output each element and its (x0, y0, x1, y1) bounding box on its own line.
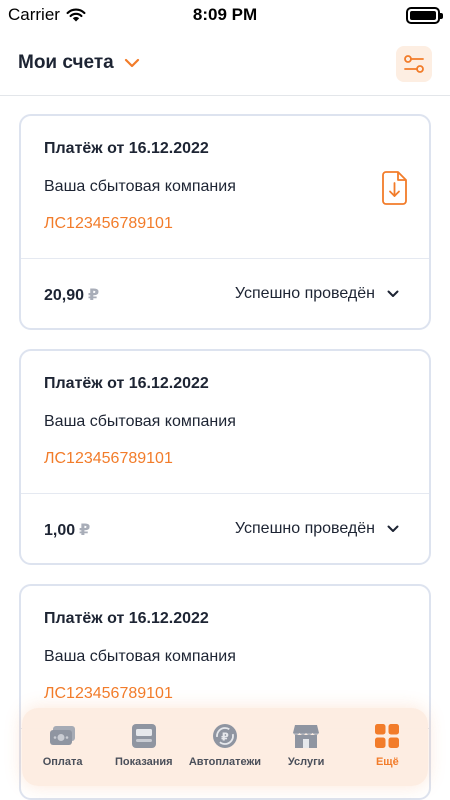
payment-card-summary: 1,00 ₽ Успешно проведён (21, 494, 429, 563)
payment-company: Ваша сбытовая компания (44, 413, 236, 430)
tab-payment[interactable]: Оплата (24, 722, 102, 768)
tab-label: Показания (114, 756, 173, 768)
filter-button[interactable] (396, 46, 432, 82)
chevron-down-icon (124, 58, 139, 68)
payment-card-summary: 20,90 ₽ Успешно проведён (21, 259, 429, 328)
currency-symbol: ₽ (79, 522, 91, 539)
svg-text:₽: ₽ (221, 731, 229, 744)
payments-list: Платёж от 16.12.2022 Ваша сбытовая компа… (19, 114, 431, 800)
payment-account-number: ЛС123456789101 (44, 215, 173, 232)
filter-icon (404, 55, 424, 73)
payment-card[interactable]: Платёж от 16.12.2022 Ваша сбытовая компа… (19, 114, 431, 330)
tab-label: Ещё (375, 756, 399, 768)
payment-title: Платёж от 16.12.2022 (44, 610, 209, 627)
tab-label: Услуги (287, 756, 325, 768)
bottom-tab-bar: Оплата Показания ₽ Автоплатежи Услуги Ещ… (22, 708, 428, 786)
battery-icon (406, 7, 443, 24)
payment-title: Платёж от 16.12.2022 (44, 375, 209, 392)
tab-readings[interactable]: Показания (105, 722, 183, 768)
payment-card-details: Платёж от 16.12.2022 Ваша сбытовая компа… (21, 351, 429, 494)
payment-status-toggle[interactable]: Успешно проведён (235, 285, 399, 303)
status-bar: Carrier 8:09 PM (0, 0, 450, 32)
payment-card-details: Платёж от 16.12.2022 Ваша сбытовая компа… (21, 116, 429, 259)
shop-icon (293, 725, 320, 748)
wallet-icon (49, 726, 75, 745)
currency-symbol: ₽ (88, 287, 100, 304)
accounts-dropdown[interactable]: Мои счета (18, 52, 140, 74)
chevron-down-icon (387, 525, 399, 532)
app-header: Мои счета (0, 40, 450, 96)
payment-title: Платёж от 16.12.2022 (44, 140, 209, 157)
tab-label: Автоплатежи (188, 756, 262, 768)
payment-amount: 1,00 ₽ (44, 520, 90, 540)
grid-icon (375, 724, 400, 748)
payment-amount-value: 20,90 (44, 287, 85, 304)
payment-card[interactable]: Платёж от 16.12.2022 Ваша сбытовая компа… (19, 349, 431, 565)
payment-account-number: ЛС123456789101 (44, 685, 173, 702)
tab-more[interactable]: Ещё (348, 722, 426, 768)
payment-status: Успешно проведён (234, 520, 375, 537)
autopay-icon: ₽ (212, 724, 237, 748)
download-receipt-icon[interactable] (381, 171, 407, 205)
payment-status-toggle[interactable]: Успешно проведён (235, 520, 399, 538)
tab-autopayments[interactable]: ₽ Автоплатежи (186, 722, 264, 768)
payment-amount-value: 1,00 (44, 522, 76, 539)
payment-status: Успешно проведён (234, 285, 375, 302)
tab-services[interactable]: Услуги (267, 722, 345, 768)
payment-account-number: ЛС123456789101 (44, 450, 173, 467)
payment-company: Ваша сбытовая компания (44, 178, 236, 195)
chevron-down-icon (387, 290, 399, 297)
meter-icon (131, 724, 156, 748)
page-title: Мои счета (18, 52, 114, 73)
payment-amount: 20,90 ₽ (44, 285, 99, 305)
status-time: 8:09 PM (192, 5, 258, 24)
payment-company: Ваша сбытовая компания (44, 648, 236, 665)
screen: Carrier 8:09 PM Мои счета Платёж от 16.1… (0, 0, 450, 800)
tab-label: Оплата (42, 756, 83, 768)
